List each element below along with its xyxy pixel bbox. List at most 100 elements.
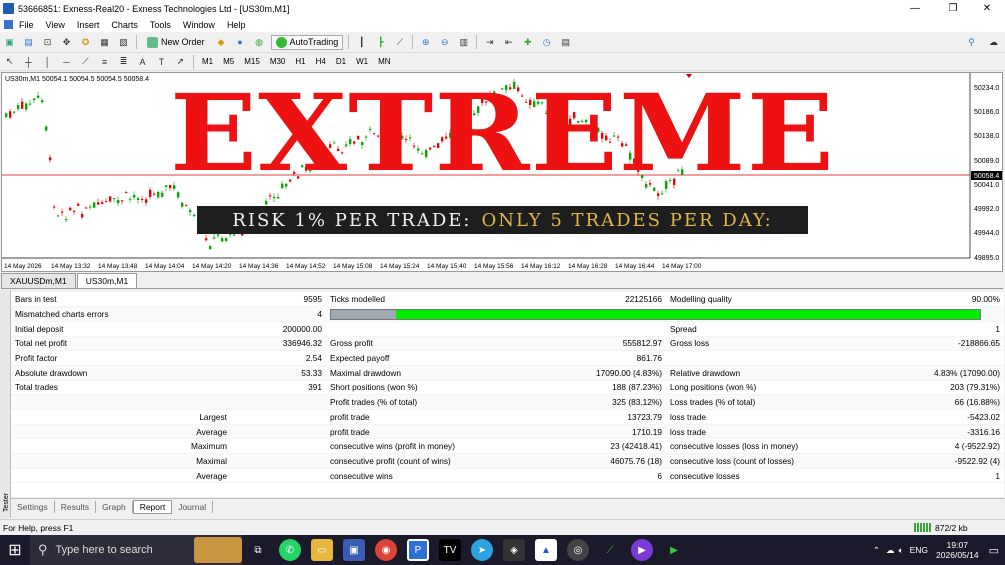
menu-charts[interactable]: Charts <box>111 20 138 30</box>
app-icon-blue-a[interactable]: ▲ <box>535 539 557 561</box>
telegram-icon[interactable]: ➤ <box>471 539 493 561</box>
autotrading-button[interactable]: AutoTrading <box>270 34 344 50</box>
fibonacci-icon[interactable]: ≣ <box>117 55 130 68</box>
candlestick-icon[interactable]: ┣ <box>374 36 387 49</box>
tab-us30[interactable]: US30m,M1 <box>76 273 138 288</box>
tray-chevron-icon[interactable]: ⌃ <box>873 545 880 556</box>
minimize-button[interactable]: — <box>900 0 930 17</box>
menu-tools[interactable]: Tools <box>150 20 171 30</box>
task-view-icon[interactable]: ⧉ <box>247 539 269 561</box>
trendline-icon[interactable]: ⟋ <box>79 55 92 68</box>
channel-icon[interactable]: ≡ <box>98 55 111 68</box>
candle-body <box>161 192 164 197</box>
autoscroll-icon[interactable]: ⇥ <box>483 36 496 49</box>
chat-icon[interactable]: ☁ <box>987 36 1000 49</box>
crosshair-icon[interactable]: ┼ <box>22 55 35 68</box>
menu-view[interactable]: View <box>46 20 65 30</box>
navigator-icon[interactable]: ✪ <box>79 36 92 49</box>
tab-settings[interactable]: Settings <box>11 501 55 513</box>
file-explorer-icon[interactable]: ▭ <box>311 539 333 561</box>
arrows-icon[interactable]: ➚ <box>174 55 187 68</box>
chrome-icon[interactable]: ◉ <box>375 539 397 561</box>
vertical-line-icon[interactable]: │ <box>41 55 54 68</box>
bar-chart-icon[interactable]: ┃ <box>355 36 368 49</box>
metatrader-icon[interactable]: P <box>407 539 429 561</box>
close-button[interactable]: ✕ <box>972 0 1002 17</box>
line-chart-icon[interactable]: ⟋ <box>393 36 406 49</box>
menu-window[interactable]: Window <box>183 20 215 30</box>
maximize-button[interactable]: ❐ <box>938 0 968 17</box>
tab-journal[interactable]: Journal <box>172 501 214 513</box>
metaeditor-icon[interactable]: ◆ <box>215 36 228 49</box>
candlestick-chart[interactable]: 50234.0 50186.0 50138.0 50089.0 50058.4 50041… <box>2 73 1003 272</box>
menu-file[interactable]: File <box>19 20 34 30</box>
app-icon-dark[interactable]: ◈ <box>503 539 525 561</box>
shift-marker-icon[interactable] <box>686 74 692 78</box>
candle-body <box>557 111 560 114</box>
candle-body <box>165 185 168 187</box>
candle-body <box>121 200 124 202</box>
obs-icon[interactable]: ◎ <box>567 539 589 561</box>
price-chart[interactable]: 50234.0 50186.0 50138.0 50089.0 50058.4 50041… <box>1 72 1003 272</box>
text-icon[interactable]: A <box>136 55 149 68</box>
tradingview-icon[interactable]: TV <box>439 539 461 561</box>
timeframe-mn[interactable]: MN <box>373 56 395 67</box>
timeframe-m30[interactable]: M30 <box>265 56 291 67</box>
report-value3: -5423.02 <box>896 409 1004 425</box>
text-label-icon[interactable]: T <box>155 55 168 68</box>
tray-network-icon[interactable]: ☁ <box>886 545 895 556</box>
windows-start-icon[interactable]: ⊞ <box>0 535 30 565</box>
terminal-icon[interactable]: ▦ <box>98 36 111 49</box>
new-chart-icon[interactable]: ▣ <box>3 36 16 49</box>
menu-help[interactable]: Help <box>227 20 246 30</box>
indicators-icon[interactable]: ✚ <box>521 36 534 49</box>
timeframe-h4[interactable]: H4 <box>311 56 331 67</box>
timeframe-m1[interactable]: M1 <box>197 56 218 67</box>
market-watch-icon[interactable]: ⊡ <box>41 36 54 49</box>
taskbar-search[interactable]: ⚲ Type here to search <box>30 535 242 565</box>
timeframe-d1[interactable]: D1 <box>331 56 351 67</box>
candle-body <box>309 168 312 172</box>
report-label3: consecutive loss (count of losses) <box>666 453 896 469</box>
templates-icon[interactable]: ▤ <box>559 36 572 49</box>
timeframe-w1[interactable]: W1 <box>351 56 373 67</box>
play-store-icon[interactable]: ▶ <box>663 539 685 561</box>
zoom-out-icon[interactable]: ⊖ <box>438 36 451 49</box>
time-tick-label: 14 May 16:44 <box>615 263 655 270</box>
vps-icon[interactable]: ◍ <box>253 36 266 49</box>
timeframe-m15[interactable]: M15 <box>239 56 265 67</box>
cursor-icon[interactable]: ↖ <box>3 55 16 68</box>
app-icon-shield[interactable]: ▣ <box>343 539 365 561</box>
new-order-button[interactable]: New Order <box>142 35 210 50</box>
tab-results[interactable]: Results <box>55 501 97 513</box>
timeframe-h1[interactable]: H1 <box>290 56 310 67</box>
notifications-icon[interactable]: ▭ <box>989 544 999 557</box>
horizontal-line-icon[interactable]: ─ <box>60 55 73 68</box>
tester-panel-handle[interactable]: Tester <box>0 290 11 518</box>
chart-app-icon[interactable]: ⟋ <box>599 539 621 561</box>
search-icon[interactable]: ⚲ <box>965 36 978 49</box>
media-player-icon[interactable]: ▶ <box>631 539 653 561</box>
periods-icon[interactable]: ◷ <box>540 36 553 49</box>
data-window-icon[interactable]: ✥ <box>60 36 73 49</box>
tile-windows-icon[interactable]: ▥ <box>457 36 470 49</box>
tray-clock[interactable]: 19:07 2026/05/14 <box>936 540 979 560</box>
timeframe-m5[interactable]: M5 <box>218 56 239 67</box>
strategy-tester-icon[interactable]: ▧ <box>117 36 130 49</box>
tray-volume-icon[interactable]: 🔈︎ <box>899 545 904 556</box>
tab-xauusd[interactable]: XAUUSDm,M1 <box>1 273 76 288</box>
tab-report[interactable]: Report <box>132 500 173 514</box>
report-value3: -9522.92 (4) <box>896 453 1004 469</box>
zoom-in-icon[interactable]: ⊕ <box>419 36 432 49</box>
menu-insert[interactable]: Insert <box>77 20 100 30</box>
report-label3: Gross loss <box>666 336 896 352</box>
signals-icon[interactable]: ● <box>234 36 247 49</box>
tray-language[interactable]: ENG <box>910 545 928 555</box>
report-label3: consecutive losses <box>666 468 896 484</box>
profiles-icon[interactable]: ▤ <box>22 36 35 49</box>
autotrading-label: AutoTrading <box>289 37 339 47</box>
report-row: Mismatched charts errors 4 <box>11 306 1004 322</box>
chart-shift-icon[interactable]: ⇤ <box>502 36 515 49</box>
whatsapp-icon[interactable]: ✆ <box>279 539 301 561</box>
tab-graph[interactable]: Graph <box>96 501 133 513</box>
